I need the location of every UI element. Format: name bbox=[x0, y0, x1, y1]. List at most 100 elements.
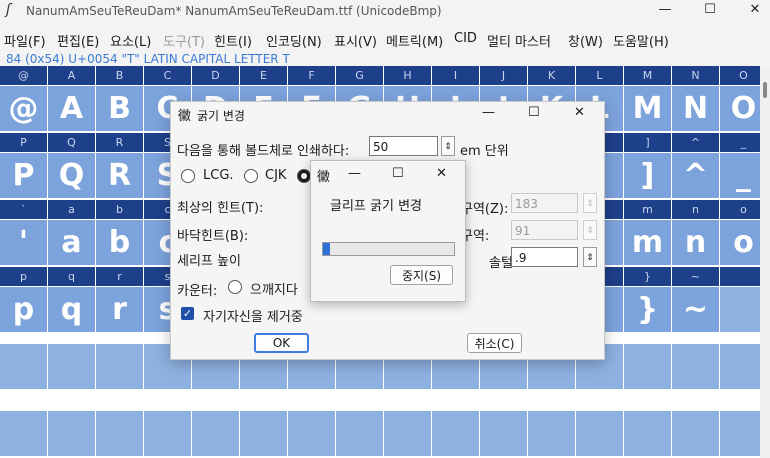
menu-help[interactable]: 도움말(H) bbox=[613, 31, 669, 50]
zone-bottom-input[interactable]: 91 bbox=[511, 220, 578, 240]
menu-window[interactable]: 창(W) bbox=[568, 31, 603, 50]
glyph-cell[interactable]: p bbox=[0, 287, 47, 332]
radio-cjk[interactable] bbox=[244, 169, 258, 183]
empty-glyph-cell[interactable] bbox=[384, 411, 431, 456]
empty-glyph-cell[interactable] bbox=[144, 411, 191, 456]
empty-glyph-cell[interactable] bbox=[336, 411, 383, 456]
empty-glyph-cell[interactable] bbox=[624, 411, 671, 456]
close-button[interactable]: ✕ bbox=[740, 2, 770, 20]
glyph-header: H bbox=[384, 66, 431, 85]
progress-message: 글리프 굵기 변경 bbox=[330, 199, 422, 214]
glyph-cell[interactable]: a bbox=[48, 220, 95, 265]
menu-hints[interactable]: 힌트(I) bbox=[214, 31, 252, 50]
empty-glyph-cell[interactable] bbox=[240, 411, 287, 456]
glyph-cell[interactable]: Q bbox=[48, 153, 95, 198]
ok-button[interactable]: OK bbox=[254, 333, 309, 353]
glyph-header: ` bbox=[0, 200, 47, 219]
fuzz-spinner[interactable]: ⇕ bbox=[583, 247, 597, 267]
zone-bottom-spinner[interactable]: ⇕ bbox=[583, 220, 597, 240]
glyph-cell[interactable]: ] bbox=[624, 153, 671, 198]
glyph-cell[interactable]: _ bbox=[720, 153, 760, 198]
menu-encoding[interactable]: 인코딩(N) bbox=[266, 31, 322, 50]
vertical-scrollbar[interactable] bbox=[760, 66, 770, 458]
glyph-cell[interactable]: m bbox=[624, 220, 671, 265]
progress-app-icon: 黴 bbox=[317, 170, 331, 185]
menu-edit[interactable]: 편집(E) bbox=[57, 31, 99, 50]
empty-glyph-cell[interactable] bbox=[720, 344, 760, 389]
empty-glyph-cell[interactable] bbox=[672, 411, 719, 456]
zone-top-input[interactable]: 183 bbox=[511, 193, 578, 213]
empty-glyph-cell[interactable] bbox=[576, 411, 623, 456]
radio-lcg[interactable] bbox=[181, 169, 195, 183]
glyph-header: } bbox=[624, 267, 671, 286]
embolden-amount-input[interactable]: 50 bbox=[369, 136, 438, 156]
glyph-cell[interactable]: r bbox=[96, 287, 143, 332]
empty-glyph-cell[interactable] bbox=[720, 411, 760, 456]
menu-bar: 파일(F) 편집(E) 요소(L) 도구(T) 힌트(I) 인코딩(N) 표시(… bbox=[0, 28, 770, 50]
empty-glyph-cell[interactable] bbox=[192, 411, 239, 456]
glyph-header: K bbox=[528, 66, 575, 85]
menu-cid[interactable]: CID bbox=[454, 31, 477, 46]
glyph-cell[interactable]: q bbox=[48, 287, 95, 332]
zone-top-spinner[interactable]: ⇕ bbox=[583, 193, 597, 213]
glyph-info-bar: 84 (0x54) U+0054 "T" LATIN CAPITAL LETTE… bbox=[0, 50, 770, 66]
cancel-button[interactable]: 취소(C) bbox=[467, 333, 522, 353]
counters-label: 카운터: bbox=[177, 284, 218, 299]
dialog-close-button[interactable]: ✕ bbox=[574, 105, 585, 120]
scrollbar-thumb[interactable] bbox=[763, 82, 767, 98]
empty-glyph-cell[interactable] bbox=[288, 411, 335, 456]
glyph-header: E bbox=[240, 66, 287, 85]
menu-tools[interactable]: 도구(T) bbox=[163, 31, 205, 50]
glyph-cell[interactable]: @ bbox=[0, 86, 47, 131]
glyph-header: L bbox=[576, 66, 623, 85]
glyph-cell[interactable]: A bbox=[48, 86, 95, 131]
empty-glyph-cell[interactable] bbox=[48, 411, 95, 456]
empty-glyph-cell[interactable] bbox=[0, 411, 47, 456]
glyph-cell[interactable]: n bbox=[672, 220, 719, 265]
minimize-button[interactable]: — bbox=[650, 2, 680, 20]
progress-minimize-button[interactable]: — bbox=[348, 166, 361, 181]
embolden-amount-spinner[interactable]: ⇕ bbox=[441, 136, 455, 156]
empty-glyph-cell[interactable] bbox=[0, 344, 47, 389]
glyph-cell[interactable]: M bbox=[624, 86, 671, 131]
glyph-header: b bbox=[96, 200, 143, 219]
glyph-cell[interactable]: o bbox=[720, 220, 760, 265]
glyph-cell[interactable]: P bbox=[0, 153, 47, 198]
menu-multiple-master[interactable]: 멀티 마스터 bbox=[487, 31, 551, 50]
glyph-cell[interactable]: ^ bbox=[672, 153, 719, 198]
dialog-minimize-button[interactable]: — bbox=[482, 105, 495, 120]
empty-glyph-cell[interactable] bbox=[528, 411, 575, 456]
empty-glyph-cell[interactable] bbox=[480, 411, 527, 456]
glyph-cell[interactable]: N bbox=[672, 86, 719, 131]
empty-glyph-cell[interactable] bbox=[432, 411, 479, 456]
glyph-header: P bbox=[0, 133, 47, 152]
fuzz-input[interactable]: .9 bbox=[511, 247, 578, 267]
glyph-cell[interactable]: ' bbox=[0, 220, 47, 265]
menu-view[interactable]: 표시(V) bbox=[334, 31, 377, 50]
glyph-cell[interactable]: B bbox=[96, 86, 143, 131]
glyph-cell[interactable]: ~ bbox=[672, 287, 719, 332]
dialog-maximize-button[interactable]: ☐ bbox=[528, 105, 540, 120]
maximize-button[interactable]: ☐ bbox=[695, 2, 725, 20]
progress-maximize-button[interactable]: ☐ bbox=[392, 166, 404, 181]
empty-glyph-cell[interactable] bbox=[96, 411, 143, 456]
glyph-cell[interactable]: R bbox=[96, 153, 143, 198]
empty-glyph-cell[interactable] bbox=[672, 344, 719, 389]
glyph-cell[interactable] bbox=[720, 287, 760, 332]
menu-file[interactable]: 파일(F) bbox=[4, 31, 46, 50]
radio-custom-selected[interactable] bbox=[297, 169, 311, 183]
radio-squish[interactable] bbox=[228, 280, 242, 294]
empty-glyph-cell[interactable] bbox=[624, 344, 671, 389]
glyph-cell[interactable]: b bbox=[96, 220, 143, 265]
menu-element[interactable]: 요소(L) bbox=[110, 31, 151, 50]
glyph-cell[interactable]: O bbox=[720, 86, 760, 131]
title-bar: ʃ NanumAmSeuTeReuDam* NanumAmSeuTeReuDam… bbox=[0, 0, 770, 22]
glyph-cell[interactable]: } bbox=[624, 287, 671, 332]
empty-glyph-cell[interactable] bbox=[96, 344, 143, 389]
progress-close-button[interactable]: ✕ bbox=[436, 166, 447, 181]
stop-button[interactable]: 중지(S) bbox=[390, 265, 453, 285]
window-title: NanumAmSeuTeReuDam* NanumAmSeuTeReuDam.t… bbox=[26, 4, 442, 18]
menu-metrics[interactable]: 메트릭(M) bbox=[386, 31, 443, 50]
cleanup-checkbox[interactable]: ✓ bbox=[181, 307, 194, 320]
empty-glyph-cell[interactable] bbox=[48, 344, 95, 389]
